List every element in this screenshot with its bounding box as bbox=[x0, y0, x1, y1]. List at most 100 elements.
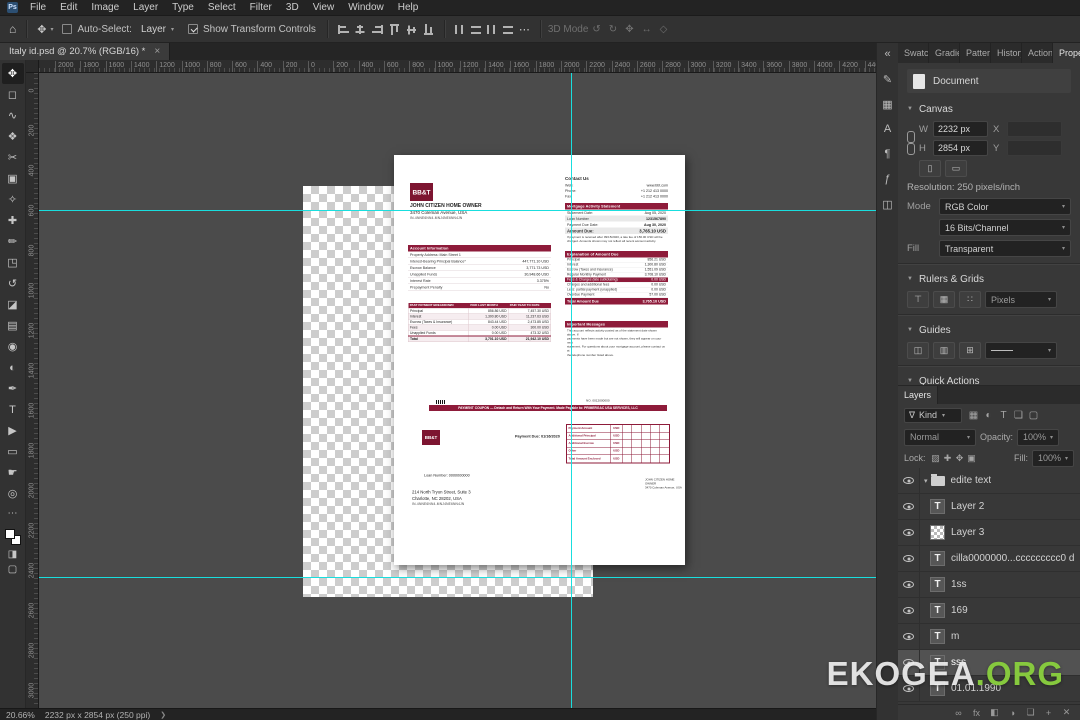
visibility-toggle[interactable] bbox=[898, 494, 920, 519]
menu-layer[interactable]: Layer bbox=[126, 0, 165, 15]
lock-pixels-icon[interactable]: ✚ bbox=[942, 451, 954, 466]
dodge-tool[interactable]: ◐ bbox=[2, 357, 24, 378]
layer-style-icon[interactable]: fx bbox=[971, 705, 982, 720]
align-top-icon[interactable] bbox=[389, 23, 399, 35]
vertical-guide[interactable] bbox=[571, 73, 572, 708]
align-bottom-icon[interactable] bbox=[423, 23, 433, 35]
new-layer-icon[interactable]: + bbox=[1043, 705, 1054, 720]
healing-brush-tool[interactable]: ✚ bbox=[2, 210, 24, 231]
vertical-ruler[interactable]: 0 200 400 600 800 1000 1200 1400 1600 1800 2000 220… bbox=[26, 73, 39, 708]
path-selection-tool[interactable]: ▶ bbox=[2, 420, 24, 441]
gradient-tool[interactable]: ▤ bbox=[2, 315, 24, 336]
canvas-section-header[interactable]: ▼ Canvas bbox=[907, 100, 1071, 118]
layer-row[interactable]: Layer 3 bbox=[898, 520, 1080, 546]
lock-all-icon[interactable]: ▣ bbox=[966, 451, 978, 466]
toggle-grid-icon[interactable]: ▦ bbox=[933, 291, 955, 308]
color-swatches[interactable] bbox=[4, 529, 21, 545]
portrait-orientation-icon[interactable]: ▯ bbox=[919, 160, 941, 177]
rulers-grids-section-header[interactable]: ▼ Rulers & Grids bbox=[907, 270, 1071, 288]
menu-filter[interactable]: Filter bbox=[243, 0, 279, 15]
move-tool[interactable]: ✥ bbox=[1, 63, 24, 84]
width-field[interactable]: 2232 px bbox=[933, 121, 988, 137]
glyphs-panel-icon[interactable]: ƒ bbox=[879, 171, 897, 187]
ruler-corner[interactable] bbox=[26, 60, 39, 73]
menu-edit[interactable]: Edit bbox=[53, 0, 84, 15]
foreground-color-swatch[interactable] bbox=[4, 529, 15, 539]
3d-mode-icon-4[interactable]: ↔ bbox=[642, 24, 652, 35]
menu-view[interactable]: View bbox=[306, 0, 342, 15]
lock-transparency-icon[interactable]: ▨ bbox=[930, 451, 942, 466]
close-tab-icon[interactable]: × bbox=[154, 46, 160, 57]
lock-position-icon[interactable]: ✥ bbox=[954, 451, 966, 466]
link-layers-icon[interactable]: ∞ bbox=[953, 705, 964, 720]
y-field[interactable] bbox=[1007, 140, 1062, 156]
align-center-h-icon[interactable] bbox=[354, 24, 366, 34]
screen-mode-icon[interactable]: ▢ bbox=[8, 564, 17, 575]
guides-section-header[interactable]: ▼ Guides bbox=[907, 321, 1071, 339]
layer-filter-kind-select[interactable]: ∇ Kind ▾ bbox=[904, 407, 962, 423]
visibility-toggle[interactable] bbox=[898, 572, 920, 597]
layer-row[interactable]: Tm bbox=[898, 624, 1080, 650]
opacity-select[interactable]: 100% ▾ bbox=[1017, 428, 1060, 446]
distribute-vertical-icon[interactable] bbox=[454, 24, 465, 34]
quick-mask-icon[interactable]: ◨ bbox=[8, 549, 17, 560]
distribute-horizontal-icon[interactable] bbox=[470, 24, 481, 34]
color-mode-select[interactable]: RGB Color ▾ bbox=[939, 198, 1071, 215]
panel-tab-properties[interactable]: Properties bbox=[1053, 43, 1080, 63]
home-icon[interactable]: ⌂ bbox=[9, 22, 16, 36]
layer-row[interactable]: T 1ss bbox=[898, 572, 1080, 598]
hand-tool[interactable]: ☛ bbox=[2, 462, 24, 483]
panel-tab-swatches[interactable]: Swatches bbox=[898, 43, 929, 63]
guide-style-select[interactable]: ▾ bbox=[985, 342, 1057, 359]
visibility-toggle[interactable] bbox=[898, 468, 920, 493]
libraries-panel-icon[interactable]: ◫ bbox=[879, 196, 897, 212]
show-transform-checkbox[interactable] bbox=[188, 24, 198, 34]
group-chevron-icon[interactable]: ▾ bbox=[924, 477, 928, 485]
landscape-orientation-icon[interactable]: ▭ bbox=[945, 160, 967, 177]
canvas-area[interactable]: BB&T JOHN CITIZEN HOME OWNER 3470 Colema… bbox=[39, 73, 876, 708]
visibility-toggle[interactable] bbox=[898, 598, 920, 623]
align-middle-icon[interactable] bbox=[406, 23, 416, 35]
layer-row[interactable]: T Layer 2 bbox=[898, 494, 1080, 520]
menu-type[interactable]: Type bbox=[165, 0, 201, 15]
menu-image[interactable]: Image bbox=[84, 0, 126, 15]
auto-select-target-dropdown[interactable]: Layer ▾ bbox=[136, 22, 179, 37]
layer-row[interactable]: ▾ edite text bbox=[898, 468, 1080, 494]
snap-icon[interactable]: ∷ bbox=[959, 291, 981, 308]
panel-tab-patterns[interactable]: Patterns bbox=[960, 43, 991, 63]
units-select[interactable]: Pixels ▾ bbox=[985, 291, 1057, 308]
guide-layout-icon[interactable]: ▥ bbox=[933, 342, 955, 359]
menu-3d[interactable]: 3D bbox=[279, 0, 306, 15]
menu-file[interactable]: File bbox=[23, 0, 53, 15]
horizontal-guide[interactable] bbox=[39, 210, 876, 211]
crop-tool[interactable]: ✂ bbox=[2, 147, 24, 168]
clone-stamp-tool[interactable]: ◳ bbox=[2, 252, 24, 273]
panel-tab-gradients[interactable]: Gradients bbox=[929, 43, 960, 63]
x-field[interactable] bbox=[1007, 121, 1062, 137]
frame-tool[interactable]: ▣ bbox=[2, 168, 24, 189]
status-chevron-icon[interactable]: ❯ bbox=[160, 711, 166, 719]
visibility-toggle[interactable] bbox=[898, 546, 920, 571]
3d-mode-icon-3[interactable]: ✥ bbox=[625, 24, 633, 35]
layer-mask-icon[interactable]: ◧ bbox=[989, 705, 1000, 720]
layer-fill-select[interactable]: 100% ▾ bbox=[1032, 449, 1074, 467]
auto-select-checkbox[interactable] bbox=[62, 24, 73, 34]
tab-layers[interactable]: Layers bbox=[898, 386, 939, 404]
layer-row[interactable]: T 169 bbox=[898, 598, 1080, 624]
brush-settings-icon[interactable]: ✎ bbox=[879, 71, 897, 87]
character-panel-icon[interactable]: A bbox=[879, 121, 897, 137]
eraser-tool[interactable]: ◪ bbox=[2, 294, 24, 315]
horizontal-ruler[interactable]: 2000 1800 1600 1400 1200 1000 800 600 400 200 0 200… bbox=[39, 60, 876, 73]
document-tab[interactable]: Italy id.psd @ 20.7% (RGB/16) * × bbox=[0, 43, 171, 60]
object-selection-tool[interactable]: ❖ bbox=[2, 126, 24, 147]
zoom-tool[interactable]: ◎ bbox=[2, 483, 24, 504]
document-page[interactable]: BB&T JOHN CITIZEN HOME OWNER 3470 Colema… bbox=[394, 155, 685, 565]
filter-adjustment-icon[interactable]: ◐ bbox=[981, 408, 996, 423]
menu-window[interactable]: Window bbox=[341, 0, 391, 15]
type-tool[interactable]: T bbox=[2, 399, 24, 420]
height-field[interactable]: 2854 px bbox=[933, 140, 988, 156]
clear-guides-icon[interactable]: ⊞ bbox=[959, 342, 981, 359]
delete-layer-icon[interactable]: ✕ bbox=[1061, 705, 1072, 720]
link-dimensions-icon[interactable] bbox=[907, 131, 915, 155]
marquee-tool[interactable]: ◻ bbox=[2, 84, 24, 105]
